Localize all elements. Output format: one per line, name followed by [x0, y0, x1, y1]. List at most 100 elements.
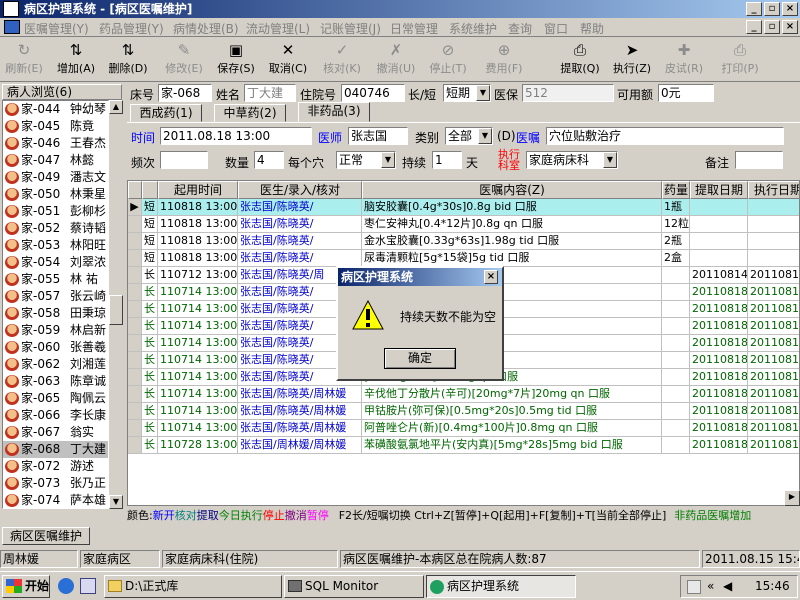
patient-row[interactable]: 家-062 刘湘莲: [3, 356, 108, 373]
time-field[interactable]: 2011.08.18 13:00: [160, 127, 312, 145]
table-row[interactable]: 短 110818 13:00 张志国/陈晓英/枣仁安神丸[0.4*12片]0.8g …: [128, 216, 799, 233]
toolbar-button-9[interactable]: ⊕ 费用(F): [480, 40, 528, 80]
chevron-down-icon[interactable]: ▼: [381, 152, 395, 168]
frequency-field[interactable]: [160, 151, 208, 169]
window-titlebar[interactable]: 病区护理系统 - [病区医嘱维护] _ ▫ ×: [0, 0, 800, 18]
table-row[interactable]: 长 110728 13:00 张志国/周林媛/周林媛 苯磺酸氨氯地平片(安内真)[5m…: [128, 437, 799, 454]
grid-header-1[interactable]: [142, 181, 158, 199]
toolbar-button-4[interactable]: ▣ 保存(S): [212, 40, 260, 80]
patient-row[interactable]: 家-052 蔡诗韬: [3, 220, 108, 237]
menu-window[interactable]: 窗口: [544, 20, 568, 37]
table-row[interactable]: 短 110818 13:00 张志国/陈晓英/尿毒清颗粒[5g*15袋]5g tid…: [128, 250, 799, 267]
clock[interactable]: 15:46: [755, 576, 790, 597]
tab-chinese-herbs[interactable]: 中草药(2): [214, 104, 286, 122]
toolbar-button-11[interactable]: ➤ 执行(Z): [608, 40, 656, 80]
patient-row[interactable]: 家-059 林启新: [3, 322, 108, 339]
toolbar-button-6[interactable]: ✓ 核对(K): [318, 40, 366, 80]
patient-row[interactable]: 家-050 林秉星: [3, 186, 108, 203]
patient-browser-header[interactable]: 病人浏览(6): [2, 84, 122, 100]
patient-row[interactable]: 家-060 张善羲: [3, 339, 108, 356]
toolbar-button-3[interactable]: ✎ 修改(E): [160, 40, 208, 80]
grid-scroll-right[interactable]: ▶: [784, 490, 800, 506]
table-row[interactable]: 短 110818 13:00 张志国/陈晓英/金水宝胶囊[0.33g*63s]1.9…: [128, 233, 799, 250]
patient-row[interactable]: 家-058 田秉琼: [3, 305, 108, 322]
grid-header-2[interactable]: 起用时间: [158, 181, 238, 199]
grid-header-6[interactable]: 提取日期: [690, 181, 748, 199]
patient-row[interactable]: 家-067 翁实: [3, 424, 108, 441]
patient-row[interactable]: 家-045 陈竟: [3, 118, 108, 135]
table-row[interactable]: 长 110714 13:00 张志国/陈晓英/周林媛 阿普唑仑片(新)[0.4mg*1…: [128, 420, 799, 437]
desktop-icon[interactable]: [80, 578, 96, 594]
patient-list-scrollbar[interactable]: ▲ ▼: [109, 100, 123, 509]
quantity-field[interactable]: 4: [254, 151, 284, 169]
chevron-down-icon[interactable]: ▼: [603, 152, 617, 168]
toolbar-button-1[interactable]: ⇅ 增加(A): [52, 40, 100, 80]
menu-daily[interactable]: 日常管理: [390, 20, 438, 37]
toolbar-button-8[interactable]: ⊘ 停止(T): [424, 40, 472, 80]
scroll-thumb[interactable]: [109, 295, 123, 325]
network-icon[interactable]: [687, 580, 701, 594]
tab-non-drug[interactable]: 非药品(3): [298, 102, 370, 122]
note-field[interactable]: [735, 151, 783, 169]
menu-billing[interactable]: 记账管理(J): [320, 20, 381, 37]
grid-header-4[interactable]: 医嘱内容(Z): [362, 181, 662, 199]
toolbar-button-5[interactable]: ✕ 取消(C): [264, 40, 312, 80]
patient-row[interactable]: 家-066 李长康: [3, 407, 108, 424]
patient-row[interactable]: 家-057 张云崎: [3, 288, 108, 305]
ok-button[interactable]: 确定: [384, 348, 456, 369]
task-nursing-system[interactable]: 病区护理系统: [426, 575, 576, 598]
toolbar-button-13[interactable]: ⎙ 打印(P): [716, 40, 764, 80]
patient-row[interactable]: 家-049 潘志文: [3, 169, 108, 186]
chevron-down-icon[interactable]: ▼: [476, 85, 490, 101]
exec-dept-select[interactable]: 家庭病床科 ▼: [526, 151, 618, 169]
patient-row[interactable]: 家-065 陶佩云: [3, 390, 108, 407]
dialog-close-button[interactable]: ×: [484, 270, 498, 284]
table-row[interactable]: 长 110714 13:00 张志国/陈晓英/周林媛 辛伐他丁分散片(辛可)[20mg…: [128, 386, 799, 403]
duration-field[interactable]: 1: [432, 151, 462, 169]
task-sql-monitor[interactable]: SQL Monitor: [284, 575, 424, 598]
patient-row[interactable]: 家-055 林 祐: [3, 271, 108, 288]
menu-order-mgmt[interactable]: 医嘱管理(Y): [24, 20, 89, 37]
patient-row[interactable]: 家-044 钟幼琴: [3, 101, 108, 118]
mdi-icon[interactable]: [4, 20, 20, 34]
tab-western-medicine[interactable]: 西成药(1): [130, 104, 202, 122]
toolbar-button-7[interactable]: ✗ 撤消(U): [372, 40, 420, 80]
child-minimize-button[interactable]: _: [746, 20, 762, 34]
tab-order-maintenance[interactable]: 病区医嘱维护: [2, 527, 90, 545]
menu-condition[interactable]: 病情处理(B): [173, 20, 239, 37]
patient-row[interactable]: 家-053 林阳旺: [3, 237, 108, 254]
grid-header-3[interactable]: 医生/录入/核对: [238, 181, 362, 199]
scroll-down-button[interactable]: ▼: [109, 495, 123, 509]
order-type-select[interactable]: 短期 ▼: [443, 84, 491, 102]
keyboard-icon[interactable]: «: [707, 576, 714, 597]
patient-row[interactable]: 家-073 张乃正: [3, 475, 108, 492]
patient-row[interactable]: 家-054 刘翠浓: [3, 254, 108, 271]
patient-row[interactable]: 家-047 林懿: [3, 152, 108, 169]
table-row[interactable]: 长 110714 13:00 张志国/陈晓英/周林媛 甲钴胺片(弥可保)[0.5mg*…: [128, 403, 799, 420]
per-point-select[interactable]: 正常 ▼: [336, 151, 396, 169]
menu-system[interactable]: 系统维护: [449, 20, 497, 37]
speaker-icon[interactable]: ◀: [723, 576, 732, 597]
toolbar-button-10[interactable]: ⎙ 提取(Q): [556, 40, 604, 80]
toolbar-button-12[interactable]: ✚ 皮试(R): [660, 40, 708, 80]
patient-row[interactable]: 家-051 彭柳杉: [3, 203, 108, 220]
restore-button[interactable]: ▫: [764, 2, 780, 16]
close-button[interactable]: ×: [782, 2, 798, 16]
child-close-button[interactable]: ×: [782, 20, 798, 34]
menu-drug-mgmt[interactable]: 药品管理(Y): [99, 20, 164, 37]
grid-header-0[interactable]: [128, 181, 142, 199]
child-restore-button[interactable]: ▫: [764, 20, 780, 34]
grid-header-7[interactable]: 执行日期: [748, 181, 799, 199]
menu-query[interactable]: 查询: [508, 20, 532, 37]
name-field[interactable]: 丁大建: [244, 84, 296, 102]
chevron-down-icon[interactable]: ▼: [478, 128, 492, 144]
menu-help[interactable]: 帮助: [580, 20, 604, 37]
ie-icon[interactable]: [58, 578, 74, 594]
patient-row[interactable]: 家-068 丁大建: [3, 441, 108, 458]
patient-row[interactable]: 家-063 陈章诚: [3, 373, 108, 390]
bed-field[interactable]: 家-068: [158, 84, 212, 102]
hosp-no-field[interactable]: 040746: [341, 84, 405, 102]
category-select[interactable]: 全部 ▼: [445, 127, 493, 145]
minimize-button[interactable]: _: [746, 2, 762, 16]
menu-flow[interactable]: 流动管理(L): [246, 20, 310, 37]
